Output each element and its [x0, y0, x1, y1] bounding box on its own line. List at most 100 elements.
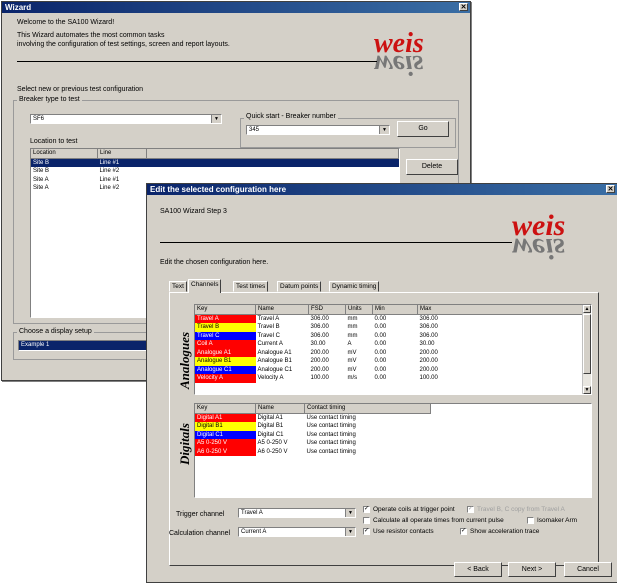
- breaker-number-select[interactable]: 345 ▼: [246, 125, 390, 135]
- delete-button[interactable]: Delete: [406, 159, 458, 175]
- chevron-down-icon[interactable]: ▼: [345, 528, 355, 536]
- scroll-thumb[interactable]: [583, 314, 591, 374]
- location-cell: Site A: [33, 176, 49, 183]
- tab-text[interactable]: Text: [169, 281, 187, 292]
- digital-key-column-header[interactable]: Key: [195, 404, 256, 414]
- table-row[interactable]: Site B Line #2: [31, 167, 399, 176]
- location-cell: Site B: [33, 168, 50, 174]
- calc-all-checkbox[interactable]: [363, 517, 370, 524]
- chevron-down-icon[interactable]: ▼: [379, 126, 389, 134]
- contact-timing-column-header[interactable]: Contact timing: [304, 404, 431, 414]
- accel-trace-label: Show acceleration trace: [470, 528, 540, 535]
- name-column-header[interactable]: Name: [255, 305, 309, 315]
- channel-units-cell: mm: [347, 332, 358, 339]
- channel-key-cell: Analogue B1: [195, 357, 256, 366]
- trigger-channel-select[interactable]: Travel A ▼: [238, 508, 356, 518]
- analogue-row[interactable]: Coil A Current A 30.00 A 0.00 30.00: [195, 340, 585, 349]
- analogues-table: Key Name FSD Units Min Max Travel A Trave…: [195, 305, 585, 383]
- calculation-channel-select[interactable]: Current A ▼: [238, 527, 356, 537]
- analogue-row[interactable]: Travel A Travel A 306.00 mm 0.00 306.00: [195, 314, 585, 323]
- analogue-row[interactable]: Analogue A1 Analogue A1 200.00 mV 0.00 200.00: [195, 348, 585, 357]
- analogues-scrollbar[interactable]: ▲ ▼: [582, 305, 591, 394]
- fsd-column-header[interactable]: FSD: [308, 305, 346, 315]
- wizard-close-icon[interactable]: ✕: [459, 3, 468, 11]
- channel-key-chip: Analogue C1: [195, 365, 256, 374]
- min-column-header[interactable]: Min: [372, 305, 418, 315]
- line-column-header[interactable]: Line: [97, 149, 147, 159]
- operate-coils-checkbox[interactable]: ✓: [363, 506, 370, 513]
- analogue-row[interactable]: Analogue B1 Analogue B1 200.00 mV 0.00 200.00: [195, 357, 585, 366]
- digital-timing-cell: Use contact timing: [306, 448, 356, 455]
- analogue-row[interactable]: Travel B Travel B 306.00 mm 0.00 306.00: [195, 323, 585, 332]
- channel-max-cell: 100.00: [419, 375, 438, 381]
- digital-name-column-header[interactable]: Name: [255, 404, 305, 414]
- step-label: SA100 Wizard Step 3: [160, 208, 227, 215]
- analogues-list[interactable]: Key Name FSD Units Min Max Travel A Trave…: [194, 304, 592, 395]
- chevron-down-icon[interactable]: ▼: [211, 115, 221, 123]
- breaker-type-select[interactable]: SF6 ▼: [30, 114, 222, 124]
- operate-coils-label: Operate coils at trigger point: [373, 506, 455, 513]
- digital-row[interactable]: Digital A1 Digital A1 Use contact timing: [195, 413, 431, 422]
- channel-units-cell: mV: [347, 358, 357, 364]
- digital-row[interactable]: Digital C1 Digital C1 Use contact timing: [195, 430, 431, 439]
- tab-dynamic-timing[interactable]: Dynamic timing: [329, 281, 380, 292]
- channel-max-cell: 306.00: [419, 332, 438, 339]
- key-column-header[interactable]: Key: [195, 305, 256, 315]
- digital-row[interactable]: Digital B1 Digital B1 Use contact timing: [195, 422, 431, 431]
- tab-test-times[interactable]: Test times: [233, 281, 269, 292]
- tab-channels[interactable]: Channels: [188, 279, 222, 293]
- location-cell: Site A: [33, 185, 49, 191]
- channel-units-cell: mm: [347, 324, 358, 330]
- digital-row[interactable]: A6 0-250 V A6 0-250 V Use contact timing: [195, 447, 431, 456]
- channel-key-chip: Travel B: [195, 323, 256, 332]
- wizard-header-divider: [17, 61, 377, 62]
- channel-key-cell: Velocity A: [195, 374, 256, 383]
- table-row[interactable]: Site B Line #1: [31, 158, 399, 167]
- channel-units-cell: m/s: [347, 375, 358, 381]
- channel-fsd-cell: 200.00: [310, 366, 329, 373]
- digital-row[interactable]: A5 0-250 V A5 0-250 V Use contact timing: [195, 439, 431, 448]
- analogues-label: Analogues: [177, 331, 192, 389]
- channel-fsd-cell: 306.00: [310, 332, 329, 339]
- config-close-icon[interactable]: ✕: [606, 185, 615, 193]
- channel-fsd-cell: 200.00: [310, 358, 329, 364]
- digitals-list[interactable]: Key Name Contact timing Digital A1 Digita…: [194, 403, 592, 498]
- channel-min-cell: 0.00: [374, 349, 387, 356]
- location-column-header[interactable]: Location: [31, 149, 98, 159]
- channel-min-cell: 0.00: [374, 332, 387, 339]
- analogue-row[interactable]: Travel C Travel C 306.00 mm 0.00 306.00: [195, 331, 585, 340]
- max-column-header[interactable]: Max: [417, 305, 585, 315]
- cancel-button[interactable]: Cancel: [564, 562, 612, 577]
- accel-trace-checkbox[interactable]: ✓: [460, 528, 467, 535]
- channel-name-cell: Analogue A1: [257, 349, 292, 356]
- scroll-down-icon[interactable]: ▼: [583, 386, 591, 394]
- digital-name-cell: Digital B1: [257, 423, 284, 429]
- channel-name-cell: Current A: [257, 341, 283, 347]
- back-button[interactable]: < Back: [454, 562, 502, 577]
- location-cell: Site B: [31, 158, 98, 167]
- channel-max-cell: 200.00: [419, 358, 438, 364]
- analogue-row[interactable]: Analogue C1 Analogue C1 200.00 mV 0.00 200.00: [195, 365, 585, 374]
- channel-units-cell: mV: [347, 349, 357, 356]
- channel-key-cell: Analogue C1: [195, 365, 256, 374]
- wizard-titlebar[interactable]: Wizard ✕: [2, 2, 470, 13]
- isomaker-arm-checkbox[interactable]: [527, 517, 534, 524]
- chevron-down-icon[interactable]: ▼: [345, 509, 355, 517]
- channel-key-chip: Analogue B1: [195, 357, 256, 366]
- channel-name-cell: Analogue C1: [257, 366, 293, 373]
- go-button[interactable]: Go: [397, 121, 449, 137]
- calculation-channel-label: Calculation channel: [169, 530, 231, 537]
- scroll-up-icon[interactable]: ▲: [583, 305, 591, 313]
- resistor-contacts-checkbox[interactable]: ✓: [363, 528, 370, 535]
- digital-key-cell: Digital B1: [195, 422, 256, 431]
- analogue-row[interactable]: Velocity A Velocity A 100.00 m/s 0.00 100.00: [195, 374, 585, 383]
- channel-key-chip: Coil A: [195, 340, 256, 349]
- tab-datum-points[interactable]: Datum points: [277, 281, 322, 292]
- digital-timing-cell: Use contact timing: [306, 431, 356, 438]
- travel-copy-checkbox[interactable]: ✓: [467, 506, 474, 513]
- calc-all-label: Calculate all operate times from current…: [373, 517, 504, 524]
- next-button[interactable]: Next >: [508, 562, 556, 577]
- units-column-header[interactable]: Units: [345, 305, 373, 315]
- config-titlebar[interactable]: Edit the selected configuration here ✕: [147, 184, 617, 195]
- row-fill: [146, 158, 399, 167]
